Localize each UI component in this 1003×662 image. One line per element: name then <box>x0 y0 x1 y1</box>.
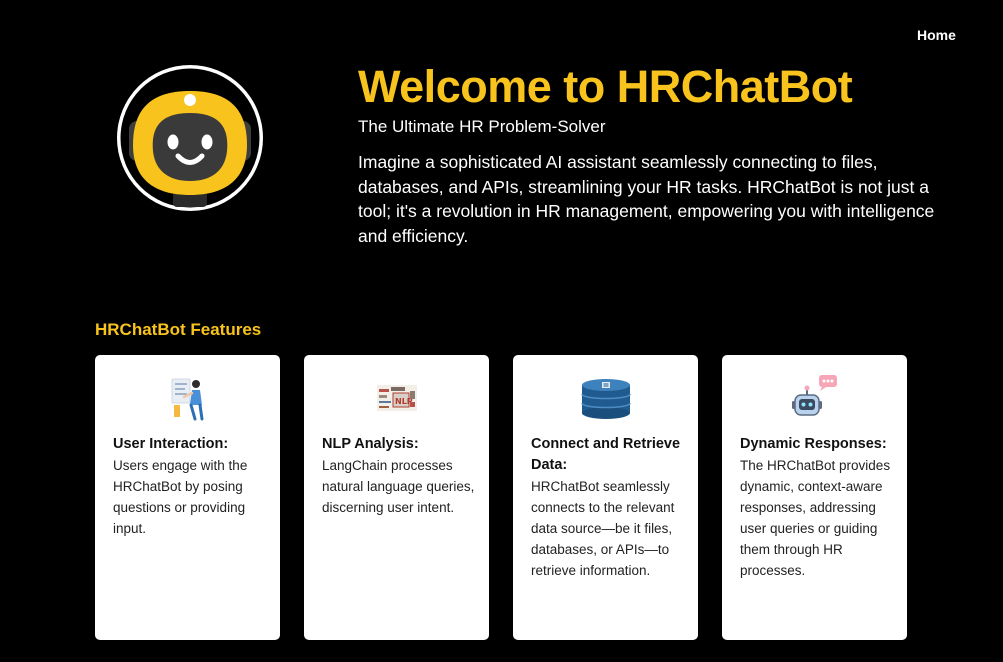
hero-description: Imagine a sophisticated AI assistant sea… <box>358 152 935 246</box>
feature-card-user-interaction: User Interaction: Users engage with the … <box>95 355 280 640</box>
feature-card-connect-retrieve: Connect and Retrieve Data: HRChatBot sea… <box>513 355 698 640</box>
page-title: Welcome to HRChatBot <box>358 61 853 112</box>
feature-card-text: The HRChatBot provides dynamic, context-… <box>740 458 891 578</box>
feature-card-dynamic-responses: Dynamic Responses: The HRChatBot provide… <box>722 355 907 640</box>
database-icon <box>580 379 631 419</box>
feature-card-nlp-analysis: NLP NLP Analysis: LangChain processes na… <box>304 355 489 640</box>
hero-section: Welcome to HRChatBot The Ultimate HR Pro… <box>358 60 958 248</box>
feature-card-text: HRChatBot seamlessly connects to the rel… <box>531 479 675 578</box>
hrchatbot-logo-icon <box>117 65 263 211</box>
feature-card-title: Dynamic Responses: <box>740 436 887 452</box>
hero-subtitle: The Ultimate HR Problem-Solver <box>358 117 606 136</box>
feature-card-title: NLP Analysis: <box>322 436 419 452</box>
feature-card-text: LangChain processes natural language que… <box>322 458 475 515</box>
nlp-word-cloud-icon: NLP <box>376 385 417 411</box>
robot-chat-icon <box>791 375 837 416</box>
features-heading: HRChatBot Features <box>95 320 262 339</box>
page: Home Welcome to HRChatBot The Ultimate H… <box>0 0 1003 662</box>
feature-card-title: Connect and Retrieve Data: <box>531 436 681 473</box>
nav-home-link[interactable]: Home <box>917 27 956 43</box>
feature-card-title: User Interaction: <box>113 436 229 452</box>
feature-card-text: Users engage with the HRChatBot by posin… <box>113 458 248 536</box>
user-interaction-icon <box>171 378 203 421</box>
